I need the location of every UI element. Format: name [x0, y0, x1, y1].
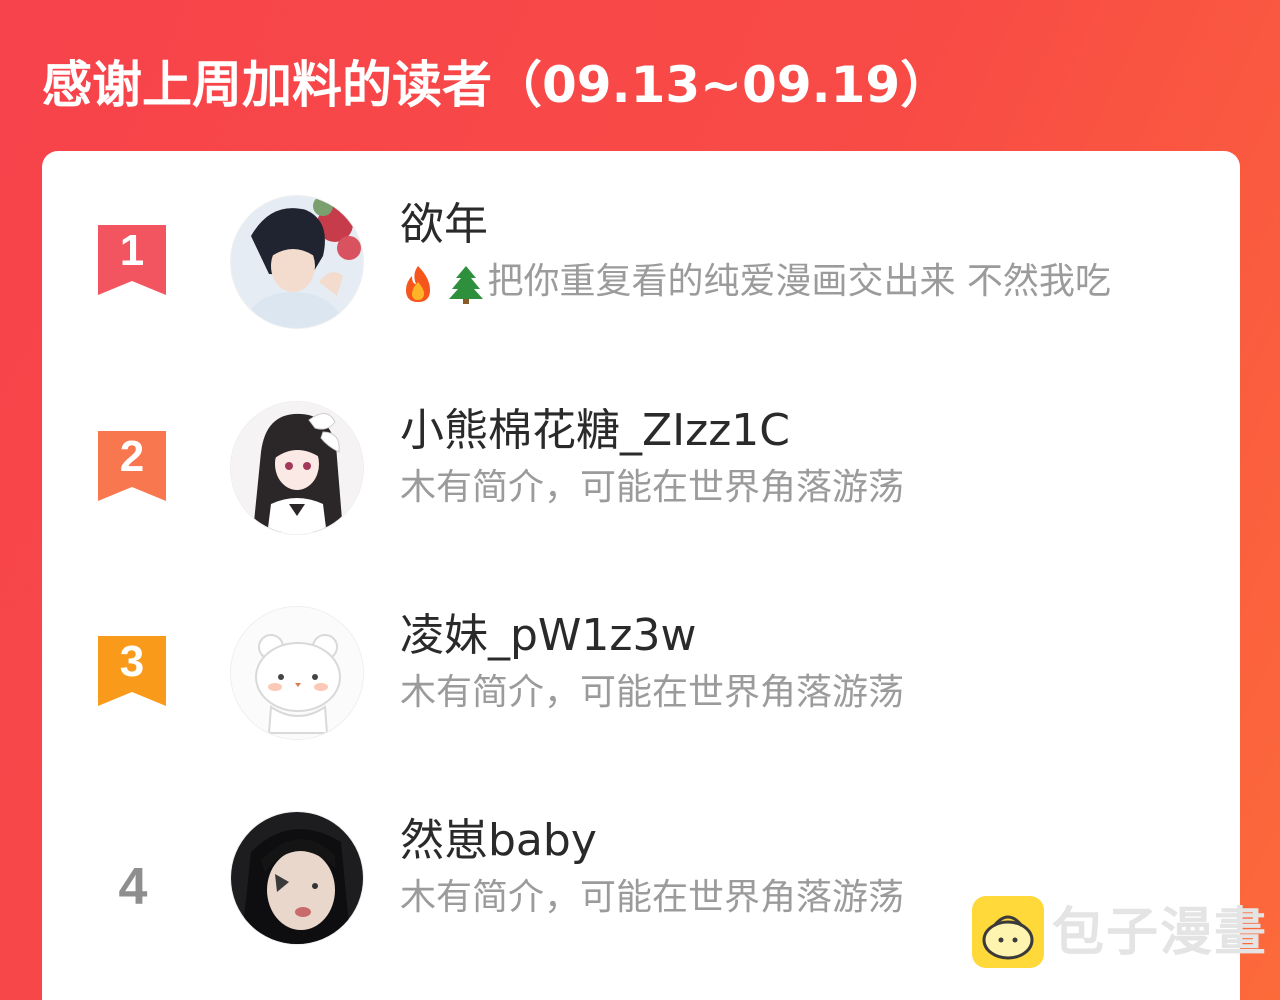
avatar[interactable] [230, 195, 364, 329]
avatar[interactable] [230, 401, 364, 535]
reader-name: 凌妹_pW1z3w [400, 610, 697, 661]
anime-girl-avatar [231, 402, 363, 534]
rank-number: 2 [119, 432, 145, 481]
rank-number: 1 [119, 226, 145, 275]
watermark: 包子漫畫 [972, 896, 1272, 970]
watermark-text: 包子漫畫 [1052, 903, 1269, 963]
evergreen-tree-emoji-icon [449, 266, 484, 304]
rank-number: 3 [119, 637, 145, 686]
reader-row-2[interactable]: 2 小熊棉花糖_ZIzz1C 木有简介，可能在世界角落游荡 [42, 397, 1240, 557]
reader-name: 欲年 [400, 199, 488, 250]
reader-name: 小熊棉花糖_ZIzz1C [400, 405, 791, 456]
reader-row-3[interactable]: 3 凌妹_pW1z3w 木有简介，可能在世界角落游荡 [42, 602, 1240, 762]
reader-bio: 木有简介，可能在世界角落游荡 [400, 672, 905, 713]
rank-number: 4 [118, 858, 148, 916]
reader-row-1[interactable]: 1 欲年 把你重复看的纯爱漫画交出来 不然我吃 [42, 191, 1240, 351]
page-title: 感谢上周加料的读者（09.13~09.19） [42, 56, 951, 114]
reader-name: 然崽baby [400, 815, 597, 866]
avatar[interactable] [230, 606, 364, 740]
white-bear-avatar [231, 607, 363, 739]
bun-logo-icon [972, 896, 1044, 968]
reader-bio: 木有简介，可能在世界角落游荡 [400, 467, 905, 508]
rank-badge-3: 3 [98, 636, 168, 708]
reader-bio: 把你重复看的纯爱漫画交出来 不然我吃 [400, 257, 1180, 308]
reader-bio-text: 把你重复看的纯爱漫画交出来 不然我吃 [487, 261, 1111, 302]
avatar[interactable] [230, 811, 364, 945]
fire-emoji-icon [406, 266, 430, 302]
anime-boy-avatar [231, 196, 363, 328]
reader-ranking-card: 1 欲年 把你重复看的纯爱漫画交出来 不然我吃 2 小熊棉花糖_ZIzz1C 木… [42, 151, 1240, 1000]
rank-badge-1: 1 [98, 225, 168, 297]
photo-avatar [231, 812, 363, 944]
rank-badge-2: 2 [98, 431, 168, 503]
